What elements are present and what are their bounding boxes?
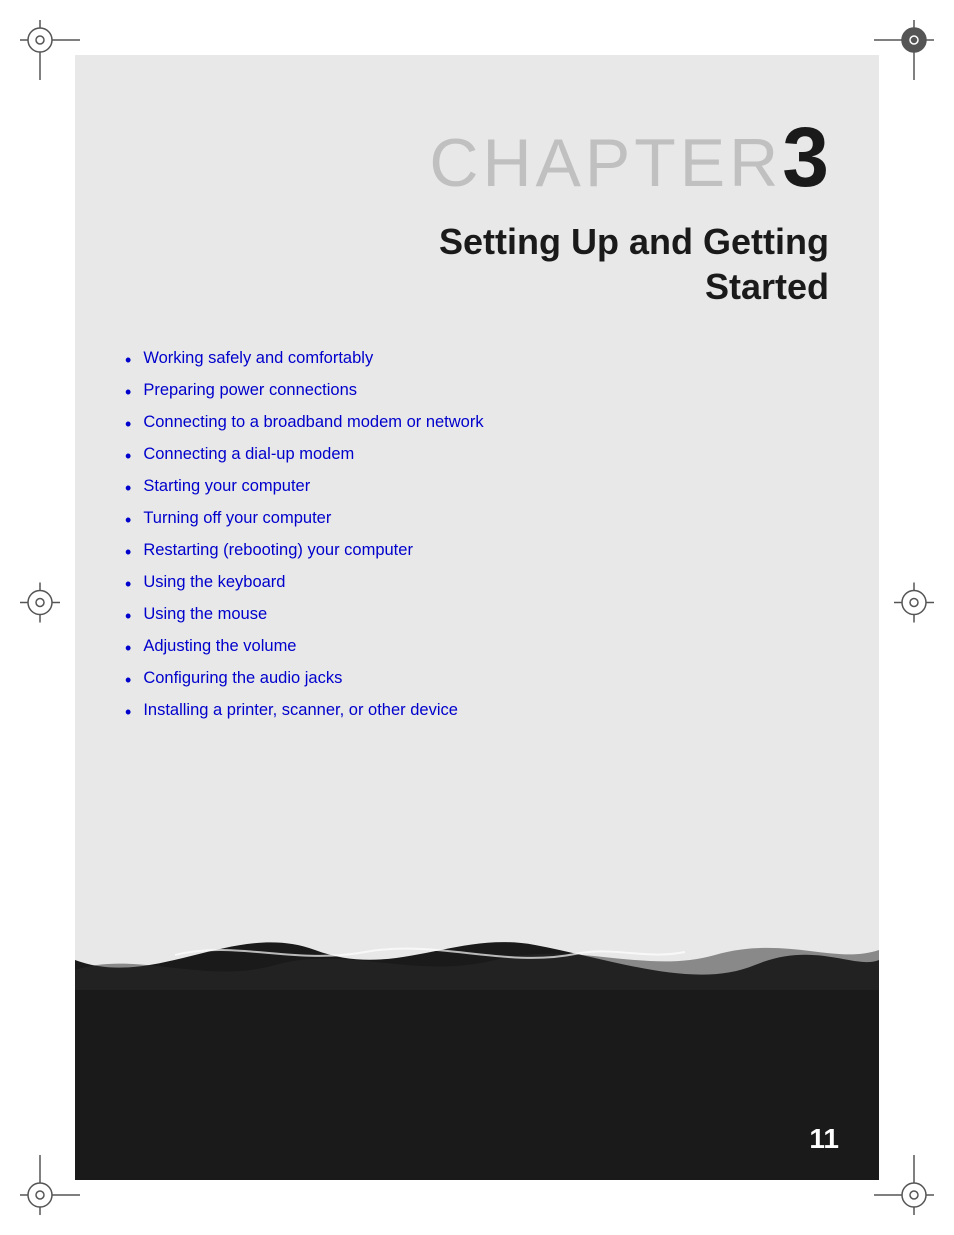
list-item: • Installing a printer, scanner, or other… [125, 701, 829, 723]
toc-link[interactable]: Working safely and comfortably [143, 349, 373, 368]
list-item: • Restarting (rebooting) your computer [125, 541, 829, 563]
bullet-dot-icon: • [125, 478, 131, 499]
list-item: • Configuring the audio jacks [125, 669, 829, 691]
bullet-dot-icon: • [125, 702, 131, 723]
list-item: • Starting your computer [125, 477, 829, 499]
list-item: • Turning off your computer [125, 509, 829, 531]
wave-background [75, 985, 879, 1180]
chapter-number: 3 [782, 110, 829, 204]
bullet-dot-icon: • [125, 638, 131, 659]
page-content: CHAPTER3 Setting Up and Getting Started … [75, 55, 879, 1180]
toc-link[interactable]: Preparing power connections [143, 381, 357, 400]
list-item: • Connecting a dial-up modem [125, 445, 829, 467]
list-item: • Working safely and comfortably [125, 349, 829, 371]
corner-mark-tl [20, 20, 80, 80]
bullet-dot-icon: • [125, 510, 131, 531]
side-mark-left [20, 583, 60, 628]
corner-mark-bl [20, 1155, 80, 1215]
chapter-title-line2: Started [705, 266, 829, 307]
side-mark-right [894, 583, 934, 628]
toc-link[interactable]: Starting your computer [143, 477, 310, 496]
chapter-label: CHAPTER [429, 125, 782, 201]
bullet-dot-icon: • [125, 574, 131, 595]
list-item: • Using the keyboard [125, 573, 829, 595]
page: CHAPTER3 Setting Up and Getting Started … [0, 0, 954, 1235]
corner-mark-br [874, 1155, 934, 1215]
toc-link[interactable]: Using the mouse [143, 605, 267, 624]
toc-link[interactable]: Connecting to a broadband modem or netwo… [143, 413, 483, 432]
bottom-section: 11 [75, 950, 879, 1180]
chapter-title: Setting Up and Getting Started [439, 219, 829, 309]
toc-link[interactable]: Adjusting the volume [143, 637, 296, 656]
bullet-dot-icon: • [125, 606, 131, 627]
wave-decoration [75, 910, 879, 990]
chapter-title-line1: Setting Up and Getting [439, 221, 829, 262]
page-number: 11 [809, 1123, 839, 1155]
bullet-dot-icon: • [125, 670, 131, 691]
bullet-dot-icon: • [125, 542, 131, 563]
list-item: • Connecting to a broadband modem or netw… [125, 413, 829, 435]
toc-link[interactable]: Restarting (rebooting) your computer [143, 541, 413, 560]
bullet-dot-icon: • [125, 414, 131, 435]
bullet-dot-icon: • [125, 446, 131, 467]
chapter-heading: CHAPTER3 [125, 115, 829, 199]
toc-link[interactable]: Connecting a dial-up modem [143, 445, 354, 464]
toc-list: • Working safely and comfortably • Preparin… [125, 349, 829, 733]
bullet-dot-icon: • [125, 382, 131, 403]
corner-mark-tr [874, 20, 934, 80]
top-section: CHAPTER3 Setting Up and Getting Started … [75, 55, 879, 950]
bullet-dot-icon: • [125, 350, 131, 371]
list-item: • Preparing power connections [125, 381, 829, 403]
toc-link[interactable]: Turning off your computer [143, 509, 331, 528]
list-item: • Adjusting the volume [125, 637, 829, 659]
toc-link[interactable]: Configuring the audio jacks [143, 669, 342, 688]
toc-link[interactable]: Using the keyboard [143, 573, 285, 592]
list-item: • Using the mouse [125, 605, 829, 627]
toc-link[interactable]: Installing a printer, scanner, or other … [143, 701, 458, 720]
